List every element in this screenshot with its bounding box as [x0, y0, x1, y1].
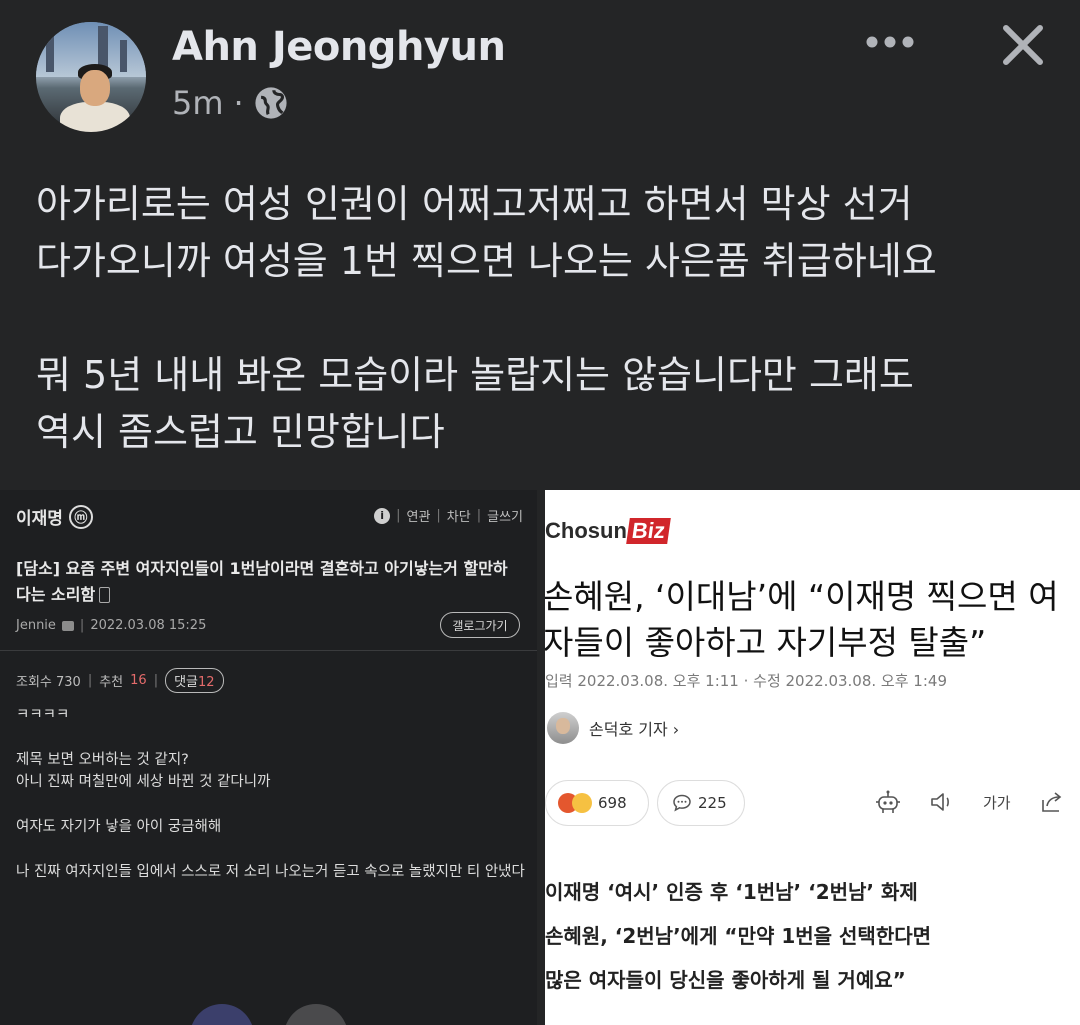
speaker-icon: [931, 793, 949, 811]
chosunbiz-logo: Chosun Biz: [545, 518, 671, 544]
info-icon: i: [374, 507, 391, 524]
reporter-name: 손덕호 기자 ›: [589, 720, 680, 739]
subhead-line: 손혜원, ‘2번남’에게 “만약 1번을 선택한다면: [545, 924, 932, 948]
font-size-label: 가가: [983, 793, 1011, 812]
right-screenshot[interactable]: Chosun Biz 손혜원, ‘이대남’에 “이재명 찍으면 여 자들이 좋아…: [545, 490, 1080, 1025]
post-text: 아가리로는 여성 인권이 어쩌고저쩌고 하면서 막상 선거 다가오니까 여성을 …: [36, 182, 937, 454]
subhead-line: 이재명 ‘여시’ 인증 후 ‘1번남’ ‘2번남’ 화제: [545, 880, 918, 904]
post-meta: 5m ·: [172, 84, 288, 122]
meta-separator: ·: [233, 84, 244, 122]
article-author: Jennie: [16, 618, 56, 633]
user-badge-icon: [61, 620, 74, 631]
article-stats: 조회수 730 | 추천 16 | 댓글12: [16, 668, 224, 693]
share-icon: [1041, 792, 1061, 812]
comment-bubble-icon: [673, 794, 691, 812]
recommend-label: 추천: [99, 675, 124, 690]
close-icon[interactable]: [998, 20, 1048, 70]
upvote-button: [190, 1004, 254, 1025]
comments-pill: 댓글12: [165, 668, 224, 693]
article-title: [담소] 요즘 주변 여자지인들이 1번남이라면 결혼하고 아기낳는거 할만하다…: [16, 556, 521, 607]
subhead-line: 많은 여자들이 당신을 좋아하게 될 거예요”: [545, 968, 906, 992]
link-block: 차단: [446, 510, 471, 525]
link-write: 글쓰기: [487, 510, 523, 525]
robot-icon: [876, 790, 900, 813]
reporter-row: 손덕호 기자 ›: [547, 712, 679, 744]
left-screenshot[interactable]: 이재명 ⓜ i | 연관 | 차단 | 글쓰기 [담소] 요즘 주변 여자지인들…: [0, 490, 537, 1025]
recommend-count: 16: [130, 673, 147, 688]
logo-biz: Biz: [626, 518, 671, 544]
body-line: 아니 진짜 며칠만에 세상 바뀐 것 같다니까: [16, 774, 271, 791]
news-title-line: 손혜원, ‘이대남’에 “이재명 찍으면 여: [545, 577, 1059, 616]
article-byline: Jennie | 2022.03.08 15:25: [16, 618, 207, 633]
author-name[interactable]: Ahn Jeonghyun: [172, 24, 506, 70]
body-line: ㅋㅋㅋㅋ: [16, 707, 70, 723]
news-title: 손혜원, ‘이대남’에 “이재명 찍으면 여 자들이 좋아하고 자기부정 탈출”: [545, 574, 1080, 666]
phone-icon: [99, 587, 111, 604]
post-time[interactable]: 5m: [172, 84, 224, 122]
gallog-button: 갤로그가기: [440, 612, 520, 638]
article-body: ㅋㅋㅋㅋ 제목 보면 오버하는 것 같지? 아니 진짜 며칠만에 세상 바뀐 것…: [16, 704, 526, 884]
more-icon[interactable]: [864, 28, 916, 56]
article-title-text: [담소] 요즘 주변 여자지인들이 1번남이라면 결혼하고 아기낳는거 할만하다…: [16, 559, 508, 604]
profile-avatar[interactable]: [36, 22, 146, 132]
comments-label: 댓글: [174, 675, 198, 690]
link-related: 연관: [406, 510, 431, 525]
body-line: [16, 794, 526, 816]
views-count: 조회수 730: [16, 675, 81, 690]
board-logo-icon: ⓜ: [68, 504, 93, 529]
body-line: [16, 726, 526, 748]
board-name: 이재명: [16, 509, 63, 529]
news-dates: 입력 2022.03.08. 오후 1:11 · 수정 2022.03.08. …: [545, 672, 947, 690]
logo-chosun: Chosun: [545, 518, 627, 543]
divider: [0, 650, 537, 651]
comments-pill: 225: [657, 780, 745, 826]
downvote-button: [284, 1004, 348, 1025]
body-line: 나 진짜 여자지인들 입에서 스스로 저 소리 나오는거 듣고 속으로 놀랬지만…: [16, 864, 525, 881]
news-subheads: 이재명 ‘여시’ 인증 후 ‘1번남’ ‘2번남’ 화제 손혜원, ‘2번남’에…: [545, 870, 1080, 1002]
article-tools: 가가: [875, 790, 1065, 814]
globe-icon: [255, 87, 287, 119]
reactions-pill: 698: [545, 780, 649, 826]
board-header: 이재명 ⓜ: [16, 504, 93, 529]
comments-count: 12: [198, 675, 215, 690]
article-datetime: 2022.03.08 15:25: [90, 618, 207, 633]
comments-count: 225: [698, 794, 727, 812]
board-links: i | 연관 | 차단 | 글쓰기: [374, 506, 523, 525]
body-line: 제목 보면 오버하는 것 같지?: [16, 751, 189, 768]
reporter-avatar: [547, 712, 579, 744]
news-title-line: 자들이 좋아하고 자기부정 탈출”: [545, 623, 987, 663]
body-line: 여자도 자기가 낳을 아이 궁금해해: [16, 819, 222, 836]
reaction-emoji-icon: [558, 793, 592, 813]
reactions-count: 698: [598, 794, 627, 812]
body-line: [16, 839, 526, 861]
